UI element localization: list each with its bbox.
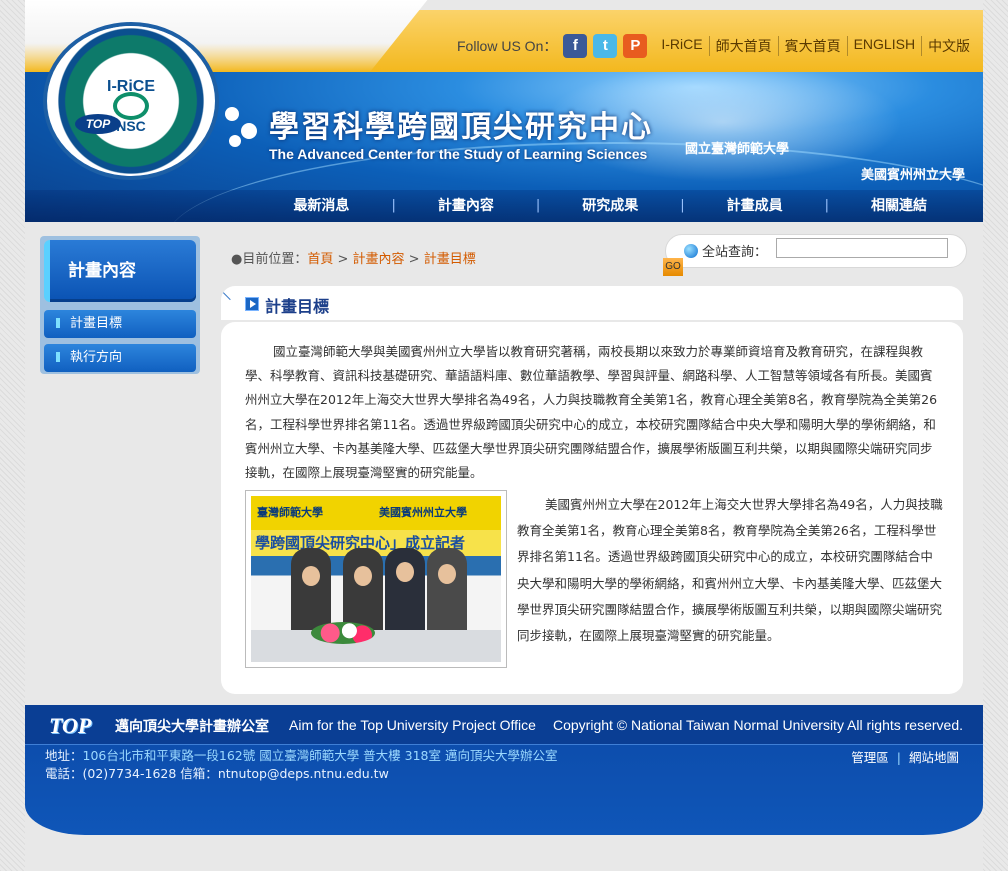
site-title: 學習科學跨國頂尖研究中心: [269, 110, 653, 145]
search-go-button[interactable]: GO: [663, 258, 683, 276]
page-frame: Follow US On： f t P I-RiCE 師大首頁 賓大首頁 ENG…: [25, 0, 983, 871]
play-arrow-icon: [245, 297, 259, 311]
content-body: 國立臺灣師範大學與美國賓州州立大學皆以教育研究著稱，兩校長期以來致力於專業師資培…: [221, 322, 963, 694]
photo-person-head: [396, 562, 414, 582]
content-header: 計畫目標: [221, 285, 963, 320]
copyright: Copyright © National Taiwan Normal Unive…: [553, 717, 963, 733]
photo-person-head: [354, 566, 372, 586]
detail-paragraph: 美國賓州州立大學在2012年上海交大世界大學排名為49名，人力與技職教育全美第1…: [517, 497, 943, 644]
photo-band-right: 美國賓州州立大學: [379, 506, 467, 519]
logo-top-badge: TOP: [75, 114, 121, 134]
breadcrumb-plan[interactable]: 計畫內容: [353, 252, 405, 267]
address-text: 106台北市和平東路一段162號 國立臺灣師範大學 普大樓 318室 邁向頂尖大…: [82, 748, 558, 763]
facebook-icon[interactable]: f: [563, 34, 588, 58]
photo-person: [427, 548, 467, 632]
photo-person-head: [302, 566, 320, 586]
photo-band-left: 臺灣師範大學: [257, 506, 323, 519]
top-logo[interactable]: TOP: [49, 713, 111, 738]
address-label: 地址：: [45, 748, 83, 763]
logo-nsc-text: NSC: [116, 118, 146, 134]
main-nav: 最新消息 | 計畫內容 | 研究成果 | 計畫成員 | 相關連結: [25, 190, 983, 222]
toplink-ntnu[interactable]: 師大首頁: [708, 36, 778, 56]
footer: TOP 邁向頂尖大學計畫辦公室 Aim for the Top Universi…: [25, 705, 983, 835]
office-name-en: Aim for the Top University Project Offic…: [289, 717, 536, 733]
sidebar-item-goals[interactable]: 計畫目標: [44, 310, 196, 338]
page-title: 計畫目標: [265, 297, 330, 316]
search-label: 全站查詢：: [702, 245, 768, 260]
toplink-irice[interactable]: I-RiCE: [655, 36, 708, 56]
sidebar-title: 計畫內容: [44, 240, 196, 302]
corner-decoration: [222, 285, 238, 301]
site-subtitle: The Advanced Center for the Study of Lea…: [269, 146, 648, 162]
mail-label: 信箱：: [180, 766, 218, 781]
plurk-icon[interactable]: P: [623, 34, 648, 58]
breadcrumb: ●目前位置：首頁 > 計畫內容 > 計畫目標: [231, 248, 476, 267]
site-search: 全站查詢：: [665, 234, 967, 268]
footer-link-admin[interactable]: 管理區: [847, 750, 893, 765]
press-conference-photo: 臺灣師範大學 美國賓州州立大學 學跨國頂尖研究中心」成立記者: [245, 490, 507, 668]
search-bullet-icon: [684, 244, 698, 258]
office-name: 邁向頂尖大學計畫辦公室: [115, 719, 269, 735]
breadcrumb-home[interactable]: 首頁: [307, 252, 333, 267]
nav-links[interactable]: 相關連結: [829, 190, 969, 222]
footer-link-sitemap[interactable]: 網站地圖: [905, 750, 963, 765]
photo-flowers: [311, 622, 375, 644]
breadcrumb-goals[interactable]: 計畫目標: [424, 252, 476, 267]
follow-label: Follow US On：: [457, 38, 558, 54]
twitter-icon[interactable]: t: [593, 34, 618, 58]
irice-logo[interactable]: I-RiCE NSC TOP: [47, 26, 215, 176]
breadcrumb-sep: >: [404, 252, 424, 267]
nav-results[interactable]: 研究成果: [540, 190, 680, 222]
toplink-psu[interactable]: 賓大首頁: [777, 36, 847, 56]
mail-link[interactable]: ntnutop@deps.ntnu.edu.tw: [218, 766, 389, 781]
sidebar-item-direction[interactable]: 執行方向: [44, 344, 196, 372]
search-input[interactable]: [776, 238, 948, 258]
intro-paragraph: 國立臺灣師範大學與美國賓州州立大學皆以教育研究著稱，兩校長期以來致力於專業師資培…: [245, 344, 938, 481]
toplink-english[interactable]: ENGLISH: [846, 36, 921, 56]
top-links: I-RiCE 師大首頁 賓大首頁 ENGLISH 中文版: [655, 36, 976, 56]
sidebar: 計畫內容 計畫目標 執行方向: [40, 236, 200, 374]
breadcrumb-prefix: ●目前位置：: [231, 252, 308, 267]
photo-person: [385, 548, 425, 632]
footer-top-bar: TOP 邁向頂尖大學計畫辦公室 Aim for the Top Universi…: [25, 705, 983, 745]
ntnu-label: 國立臺灣師範大學: [685, 142, 790, 157]
photo-person: [343, 548, 383, 632]
photo-person-head: [438, 564, 456, 584]
photo-table: [251, 630, 501, 662]
footer-contact: 地址：106台北市和平東路一段162號 國立臺灣師範大學 普大樓 318室 邁向…: [45, 747, 558, 783]
phone-text: (02)7734-1628: [82, 766, 177, 781]
nav-plan[interactable]: 計畫內容: [396, 190, 536, 222]
follow-us-bar: Follow US On： f t P I-RiCE 師大首頁 賓大首頁 ENG…: [457, 34, 976, 58]
footer-link-divider: |: [896, 750, 901, 765]
nav-news[interactable]: 最新消息: [251, 190, 391, 222]
photo-image: 臺灣師範大學 美國賓州州立大學 學跨國頂尖研究中心」成立記者: [251, 496, 501, 662]
photo-person: [291, 548, 331, 632]
phone-label: 電話：: [45, 766, 83, 781]
psu-label: 美國賓州州立大學: [860, 168, 965, 183]
breadcrumb-sep: >: [333, 252, 353, 267]
toplink-chinese[interactable]: 中文版: [921, 36, 976, 56]
nav-members[interactable]: 計畫成員: [685, 190, 825, 222]
footer-links: 管理區 | 網站地圖: [847, 747, 963, 766]
logo-swirl-icon: [113, 92, 149, 120]
